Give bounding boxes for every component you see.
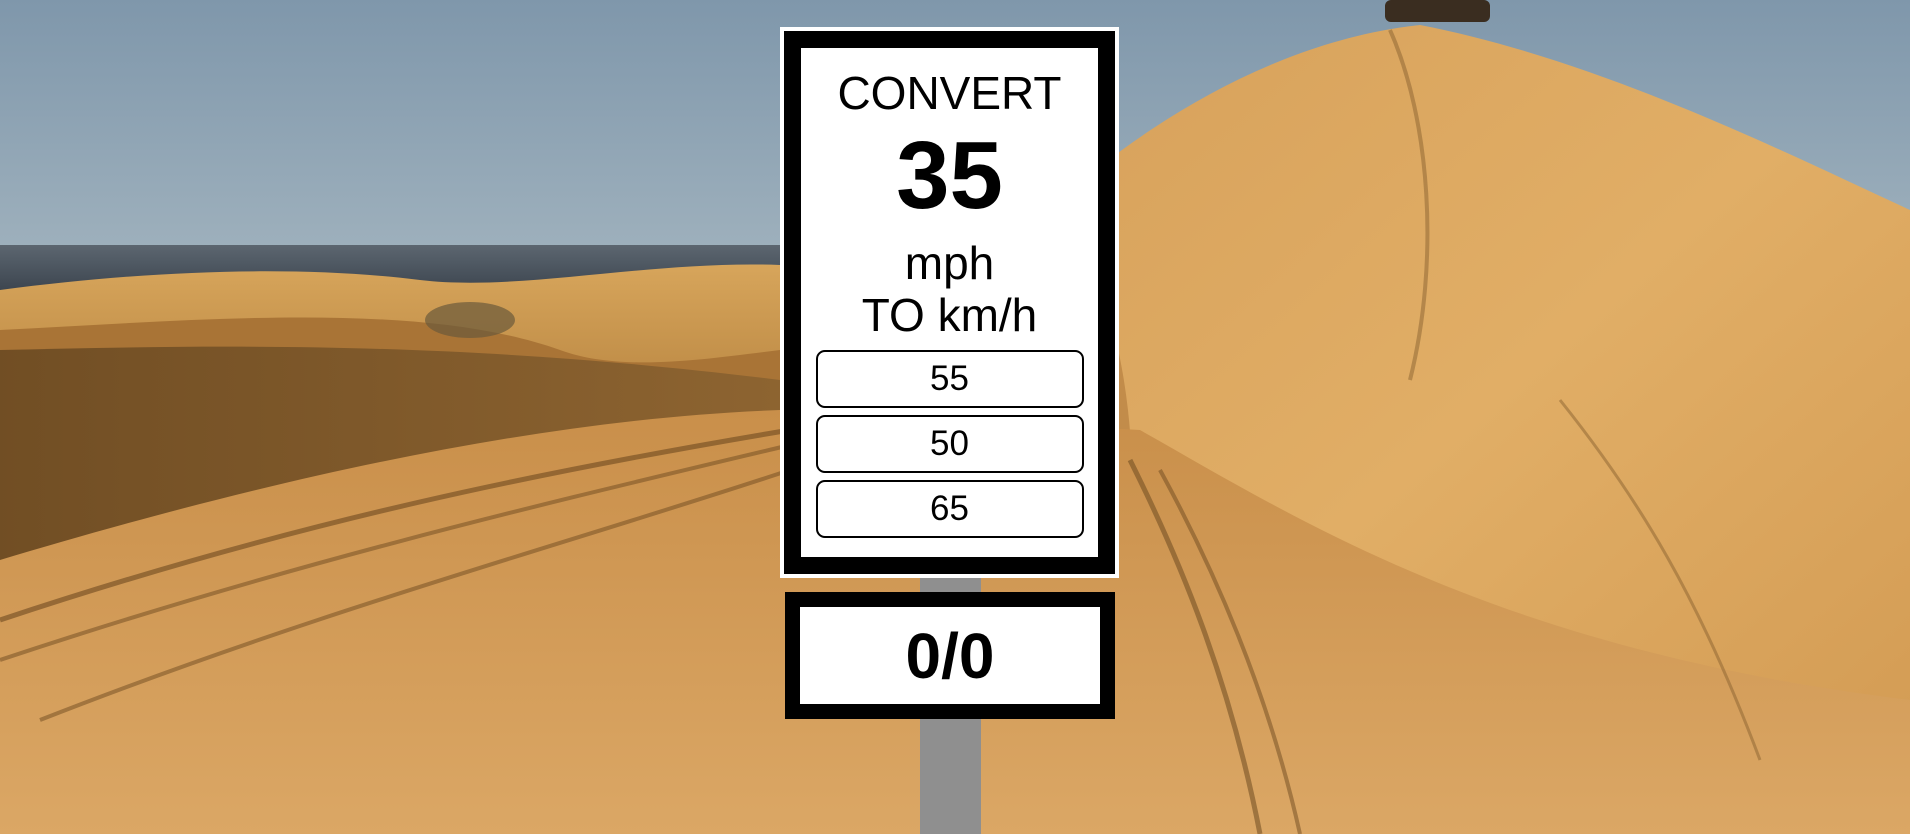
speed-value: 35 — [896, 122, 1003, 229]
source-unit: mph — [904, 237, 995, 289]
answer-option-2[interactable]: 50 — [815, 415, 1084, 473]
question-sign: CONVERT 35 mph TO km/h 55 50 65 — [780, 27, 1119, 578]
target-unit-label: TO km/h — [861, 289, 1038, 341]
answer-option-3[interactable]: 65 — [815, 480, 1084, 538]
game-scene: CONVERT 35 mph TO km/h 55 50 65 0/0 — [0, 0, 1910, 834]
answer-option-1[interactable]: 55 — [815, 350, 1084, 408]
sign-title: CONVERT — [837, 67, 1062, 119]
score-sign: 0/0 — [785, 592, 1115, 719]
question-sign-panel: CONVERT 35 mph TO km/h 55 50 65 — [784, 31, 1115, 574]
score-counter: 0/0 — [905, 619, 995, 692]
answer-options: 55 50 65 — [815, 350, 1084, 538]
